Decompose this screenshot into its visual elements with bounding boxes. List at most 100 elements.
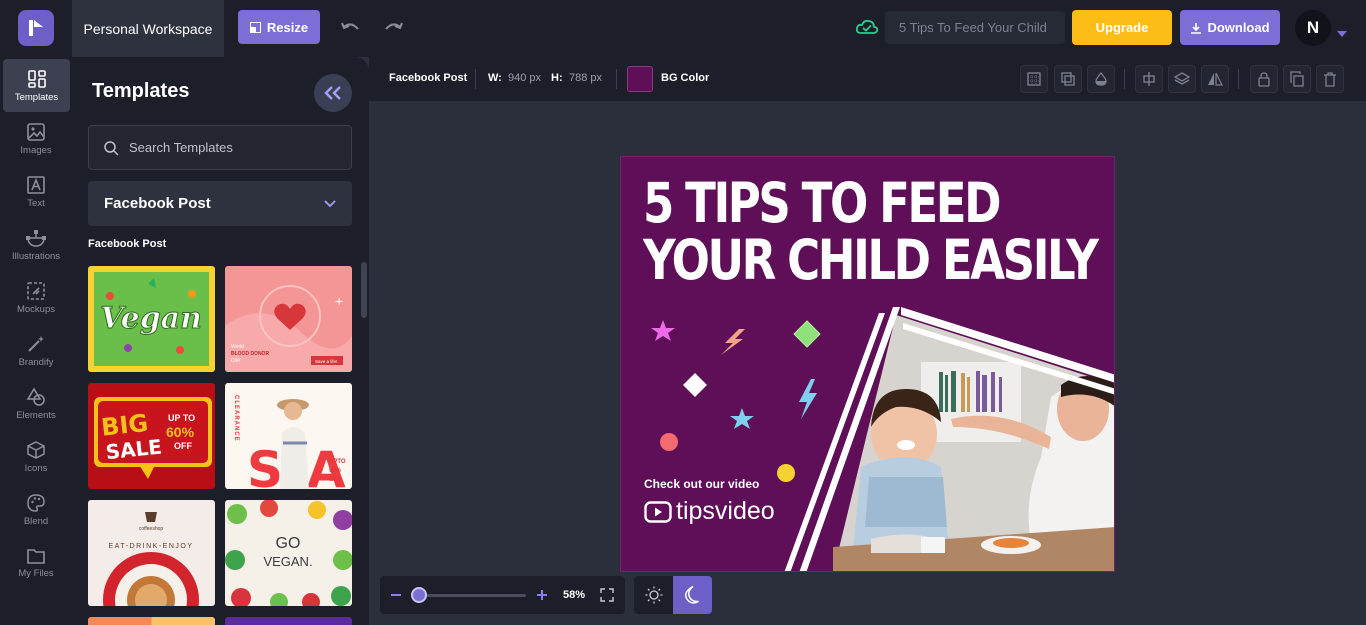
layers-button[interactable]	[1168, 65, 1196, 93]
collapse-panel-button[interactable]	[314, 74, 352, 112]
thumb-text: UPTO	[329, 459, 346, 465]
template-thumb-vegan[interactable]: Vegan	[88, 266, 215, 372]
fullscreen-button[interactable]	[600, 588, 614, 607]
rail-item-templates[interactable]: Templates	[3, 59, 70, 112]
divider	[616, 69, 617, 89]
flip-button[interactable]	[1201, 65, 1229, 93]
undo-button[interactable]	[339, 16, 363, 40]
lock-button[interactable]	[1250, 65, 1278, 93]
template-thumb-big-sale[interactable]: BIG SALE UP TO 60% OFF	[88, 383, 215, 489]
svg-text:+: +	[335, 293, 343, 309]
divider	[1238, 69, 1239, 89]
width-label: W:	[488, 72, 502, 84]
trash-icon	[1324, 72, 1336, 87]
height-value[interactable]: 788 px	[569, 72, 602, 84]
zoom-out-button[interactable]	[389, 588, 403, 607]
thumb-text: GO	[276, 535, 301, 552]
download-icon	[1191, 22, 1202, 34]
search-input[interactable]	[129, 140, 329, 155]
top-bar: Personal Workspace Resize Upgrade Downlo…	[0, 0, 1366, 57]
app-logo[interactable]	[18, 10, 54, 46]
upgrade-button[interactable]: Upgrade	[1072, 10, 1172, 45]
logo-icon	[29, 20, 43, 36]
avatar[interactable]: N	[1295, 10, 1331, 46]
image-icon	[27, 122, 45, 141]
thumb-text: Save a life!	[315, 359, 337, 364]
resize-button[interactable]: Resize	[238, 10, 320, 44]
download-button[interactable]: Download	[1180, 10, 1280, 45]
design-canvas[interactable]: 5 TIPS TO FEED YOUR CHILD EASILY Check o…	[620, 156, 1115, 572]
grid-button[interactable]	[1020, 65, 1048, 93]
opacity-button[interactable]	[1087, 65, 1115, 93]
theme-toggle	[634, 576, 712, 614]
template-thumb-go-vegan[interactable]: GO VEGAN.	[225, 500, 352, 606]
redo-icon	[385, 22, 403, 30]
template-thumb-partial[interactable]	[88, 617, 215, 625]
design-title-input[interactable]	[885, 11, 1065, 44]
template-thumb-clearance-sale[interactable]: CLEARANCE SALE UPTO 50% OFF	[225, 383, 352, 489]
template-thumb-blood-donor[interactable]: + World BLOOD DONOR DAY Save a life!	[225, 266, 352, 372]
shapes-icon	[26, 386, 45, 406]
rail-item-blend[interactable]: Blend	[0, 483, 72, 536]
workspace-name[interactable]: Personal Workspace	[72, 0, 224, 57]
width-value[interactable]: 940 px	[508, 72, 541, 84]
thumb-text: coffeeshop	[139, 526, 164, 532]
rail-label: Icons	[24, 462, 48, 474]
canvas-headline[interactable]: 5 TIPS TO FEED YOUR CHILD EASILY	[643, 175, 1099, 289]
rail-label: My Files	[18, 567, 54, 579]
canvas-type: Facebook Post	[389, 72, 468, 84]
thumb-text: Vegan	[100, 301, 202, 336]
zoom-slider-track[interactable]	[418, 594, 526, 597]
duplicate-button[interactable]	[1283, 65, 1311, 93]
category-select[interactable]: Facebook Post	[88, 181, 352, 226]
rail-label: Blend	[23, 515, 49, 527]
rail-label: Mockups	[16, 303, 55, 315]
canvas-subtext[interactable]: Check out our video	[644, 477, 759, 491]
rail-item-images[interactable]: Images	[0, 112, 72, 165]
panel-scrollbar[interactable]	[361, 262, 367, 318]
group-button[interactable]	[1054, 65, 1082, 93]
drop-icon	[1095, 71, 1107, 86]
template-thumb-coffee[interactable]: coffeeshop EAT-DRINK-ENJOY	[88, 500, 215, 606]
zoom-in-button[interactable]	[535, 588, 549, 607]
resize-label: Resize	[266, 19, 309, 35]
cloud-saved-icon	[855, 17, 879, 42]
thumb-text: 60%	[166, 424, 195, 440]
dark-mode-button[interactable]	[673, 576, 712, 614]
rail-item-brandify[interactable]: Brandify	[0, 324, 72, 377]
group-icon	[1061, 72, 1075, 86]
rail-item-icons[interactable]: Icons	[0, 430, 72, 483]
grid-icon	[1027, 72, 1041, 86]
rail-label: Illustrations	[11, 250, 61, 262]
text-icon	[27, 175, 45, 194]
chevron-down-icon[interactable]	[1337, 24, 1347, 42]
resize-icon	[249, 21, 261, 33]
thumb-text: EAT-DRINK-ENJOY	[109, 543, 194, 550]
light-mode-button[interactable]	[634, 576, 673, 614]
rail-item-elements[interactable]: Elements	[0, 377, 72, 430]
rail-label: Images	[20, 144, 52, 156]
thumb-text: DAY	[231, 358, 242, 364]
rail-item-my-files[interactable]: My Files	[0, 536, 72, 589]
layers-icon	[1174, 72, 1190, 85]
canvas-brand[interactable]: tipsvideo	[644, 497, 775, 526]
illustrations-icon	[26, 229, 46, 247]
moon-icon	[684, 585, 699, 604]
zoom-slider-handle[interactable]	[411, 587, 427, 603]
tool-rail: Templates Images Text Illustrations Mock…	[0, 57, 72, 625]
delete-button[interactable]	[1316, 65, 1344, 93]
bg-color-swatch[interactable]	[627, 66, 653, 92]
rail-item-illustrations[interactable]: Illustrations	[0, 218, 72, 271]
align-button[interactable]	[1135, 65, 1163, 93]
palette-icon	[27, 493, 45, 512]
fullscreen-icon	[600, 588, 614, 602]
rail-item-text[interactable]: Text	[0, 165, 72, 218]
redo-button[interactable]	[381, 16, 405, 40]
play-icon	[644, 500, 672, 523]
template-thumb-partial[interactable]	[225, 617, 352, 625]
templates-icon	[27, 69, 46, 88]
search-box[interactable]	[88, 125, 352, 170]
rail-item-mockups[interactable]: Mockups	[0, 271, 72, 324]
double-chevron-left-icon	[324, 86, 341, 100]
copy-icon	[1290, 71, 1304, 87]
